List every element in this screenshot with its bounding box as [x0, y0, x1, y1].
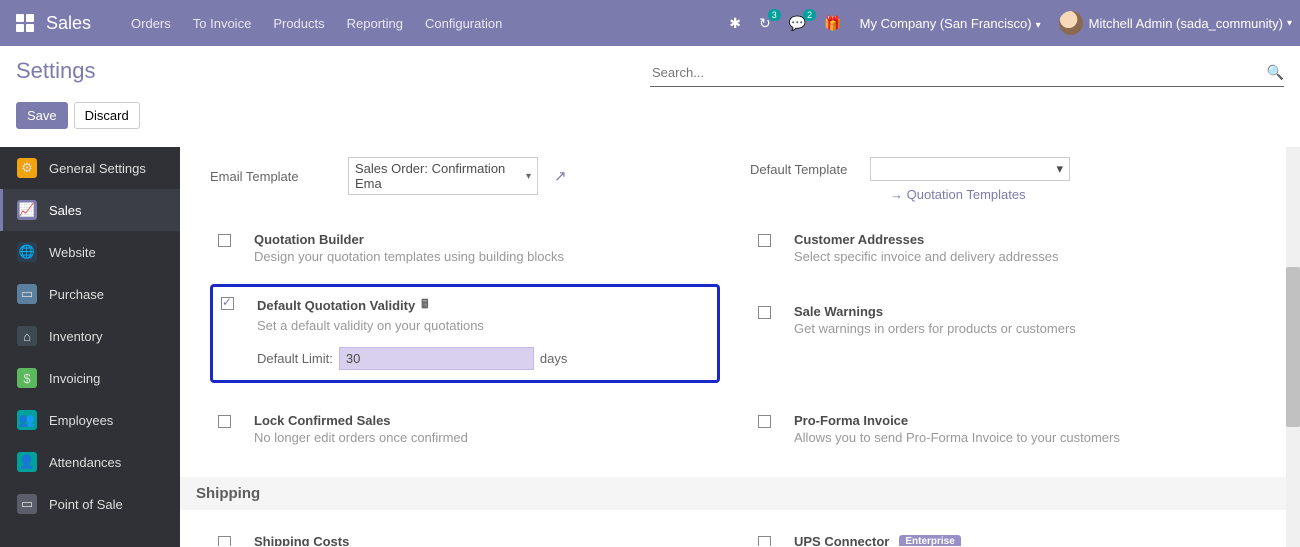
option-desc: Set a default validity on your quotation…: [257, 318, 709, 333]
page-title: Settings: [16, 58, 650, 84]
search-bar[interactable]: 🔍: [650, 61, 1284, 87]
checkbox-customer-addresses[interactable]: [758, 234, 771, 247]
option-desc: Design your quotation templates using bu…: [254, 249, 712, 264]
sidebar-item-label: Invoicing: [49, 371, 100, 386]
bug-icon[interactable]: ✱: [729, 15, 741, 32]
sidebar-item-inventory[interactable]: ⌂ Inventory: [0, 315, 180, 357]
pos-icon: ▭: [17, 494, 37, 514]
option-desc: Get warnings in orders for products or c…: [794, 321, 1252, 336]
box-icon: ▭: [17, 284, 37, 304]
option-sale-warnings: Sale Warnings Get warnings in orders for…: [750, 294, 1260, 346]
default-template-label: Default Template: [750, 162, 860, 177]
calculator-icon: 🖩: [421, 295, 428, 316]
control-panel: Settings 🔍 Save Discard: [0, 46, 1300, 147]
sidebar-item-point-of-sale[interactable]: ▭ Point of Sale: [0, 483, 180, 525]
option-lock-confirmed-sales: Lock Confirmed Sales No longer edit orde…: [210, 403, 720, 455]
default-template-select[interactable]: ▾: [870, 157, 1070, 181]
default-limit-label: Default Limit:: [257, 351, 333, 366]
option-title: Sale Warnings: [794, 304, 1252, 319]
menu-configuration[interactable]: Configuration: [425, 16, 502, 31]
sidebar-item-employees[interactable]: 👥 Employees: [0, 399, 180, 441]
settings-sidebar: ⚙ General Settings 📈 Sales 🌐 Website ▭ Purch…: [0, 147, 180, 547]
sidebar-item-label: Inventory: [49, 329, 102, 344]
topbar: Sales Orders To Invoice Products Reporti…: [0, 0, 1300, 46]
option-default-quotation-validity: Default Quotation Validity🖩 Set a defaul…: [210, 284, 720, 383]
user-menu[interactable]: Mitchell Admin (sada_community)▾: [1059, 11, 1292, 35]
menu-to-invoice[interactable]: To Invoice: [193, 16, 252, 31]
save-button[interactable]: Save: [16, 102, 68, 129]
sidebar-item-website[interactable]: 🌐 Website: [0, 231, 180, 273]
sidebar-item-purchase[interactable]: ▭ Purchase: [0, 273, 180, 315]
chevron-down-icon: ▾: [1056, 161, 1063, 177]
sidebar-item-label: Attendances: [49, 455, 121, 470]
checkbox-default-quotation-validity[interactable]: [221, 297, 234, 310]
sidebar-item-invoicing[interactable]: $ Invoicing: [0, 357, 180, 399]
menu-products[interactable]: Products: [273, 16, 324, 31]
gear-icon: ⚙: [17, 158, 37, 178]
checkbox-sale-warnings[interactable]: [758, 306, 771, 319]
sidebar-item-label: Sales: [49, 203, 82, 218]
apps-icon[interactable]: [16, 14, 34, 32]
section-shipping: Shipping: [180, 477, 1300, 510]
app-name[interactable]: Sales: [46, 13, 91, 34]
enterprise-badge: Enterprise: [899, 535, 960, 546]
reload-badge: 3: [768, 9, 781, 21]
option-quotation-builder: Quotation Builder Design your quotation …: [210, 222, 720, 274]
sidebar-item-sales[interactable]: 📈 Sales: [0, 189, 180, 231]
sidebar-item-label: General Settings: [49, 161, 146, 176]
option-desc: Allows you to send Pro-Forma Invoice to …: [794, 430, 1252, 445]
option-title: Quotation Builder: [254, 232, 712, 247]
option-proforma-invoice: Pro-Forma Invoice Allows you to send Pro…: [750, 403, 1260, 455]
quotation-templates-link[interactable]: → Quotation Templates: [890, 187, 1260, 202]
checkbox-proforma-invoice[interactable]: [758, 415, 771, 428]
checkbox-ups-connector[interactable]: [758, 536, 771, 546]
sidebar-item-label: Purchase: [49, 287, 104, 302]
email-template-select[interactable]: Sales Order: Confirmation Ema▾: [348, 157, 538, 195]
option-title: Lock Confirmed Sales: [254, 413, 712, 428]
email-template-label: Email Template: [210, 169, 338, 184]
default-limit-input[interactable]: [339, 347, 534, 370]
checkbox-quotation-builder[interactable]: [218, 234, 231, 247]
sidebar-item-general-settings[interactable]: ⚙ General Settings: [0, 147, 180, 189]
globe-icon: 🌐: [17, 242, 37, 262]
discard-button[interactable]: Discard: [74, 102, 140, 129]
gift-icon[interactable]: 🎁: [824, 15, 841, 32]
chart-icon: 📈: [17, 200, 37, 220]
sidebar-item-attendances[interactable]: 👤 Attendances: [0, 441, 180, 483]
avatar: [1059, 11, 1083, 35]
menu-orders[interactable]: Orders: [131, 16, 171, 31]
option-title: UPS ConnectorEnterprise: [794, 534, 1252, 546]
option-desc: Select specific invoice and delivery add…: [794, 249, 1252, 264]
checkbox-lock-confirmed-sales[interactable]: [218, 415, 231, 428]
option-title: Default Quotation Validity🖩: [257, 295, 709, 316]
chevron-down-icon: ▾: [526, 171, 531, 182]
option-title: Pro-Forma Invoice: [794, 413, 1252, 428]
checkbox-shipping-costs[interactable]: [218, 536, 231, 546]
reload-icon[interactable]: ↻3: [759, 15, 771, 32]
scrollbar-thumb[interactable]: [1286, 267, 1300, 427]
people-icon: 👥: [17, 410, 37, 430]
option-customer-addresses: Customer Addresses Select specific invoi…: [750, 222, 1260, 274]
search-input[interactable]: [650, 61, 1267, 84]
menu-reporting[interactable]: Reporting: [347, 16, 403, 31]
person-icon: 👤: [17, 452, 37, 472]
option-desc: No longer edit orders once confirmed: [254, 430, 712, 445]
scrollbar-track[interactable]: [1286, 147, 1300, 547]
sidebar-item-label: Website: [49, 245, 96, 260]
warehouse-icon: ⌂: [17, 326, 37, 346]
sidebar-item-label: Employees: [49, 413, 113, 428]
option-title: Customer Addresses: [794, 232, 1252, 247]
sidebar-item-label: Point of Sale: [49, 497, 123, 512]
messages-icon[interactable]: 💬2: [789, 15, 806, 32]
invoice-icon: $: [17, 368, 37, 388]
external-link-icon[interactable]: ↗: [554, 167, 567, 185]
days-label: days: [540, 351, 567, 366]
settings-content: Email Template Sales Order: Confirmation…: [180, 147, 1300, 546]
top-menu: Orders To Invoice Products Reporting Con…: [131, 16, 502, 31]
messages-badge: 2: [803, 9, 816, 21]
search-icon[interactable]: 🔍: [1267, 64, 1284, 81]
company-switcher[interactable]: My Company (San Francisco)▾: [860, 16, 1041, 31]
option-title: Shipping Costs: [254, 534, 712, 546]
